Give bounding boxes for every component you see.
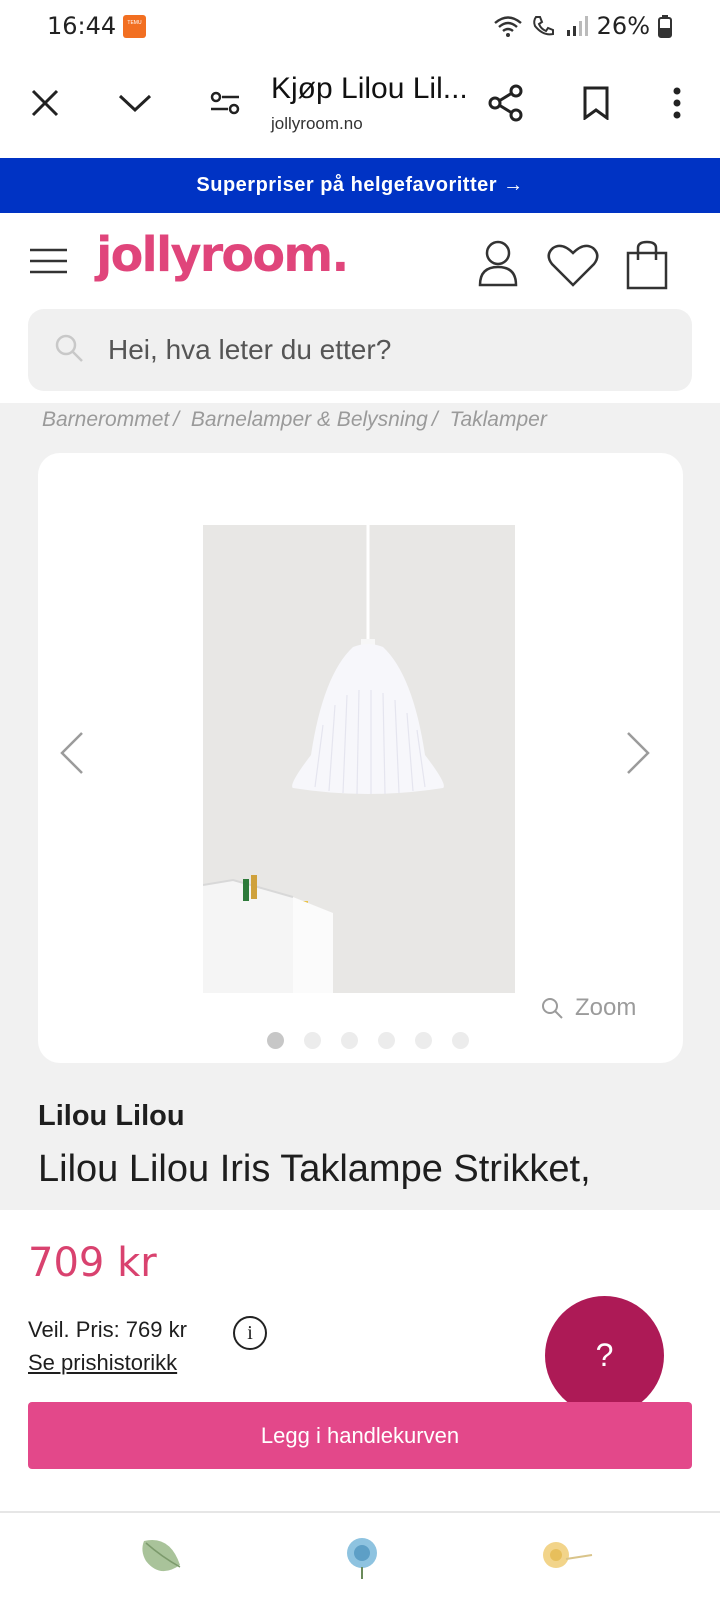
signal-icon xyxy=(566,16,588,36)
add-to-cart-button[interactable]: Legg i handlekurven xyxy=(28,1402,692,1469)
bookmark-icon xyxy=(583,86,609,120)
battery-percentage: 26% xyxy=(596,12,650,40)
more-options-button[interactable] xyxy=(652,78,702,128)
bookmark-button[interactable] xyxy=(571,78,621,128)
share-icon xyxy=(488,84,523,122)
product-image[interactable] xyxy=(203,525,515,993)
gallery-prev-arrow[interactable] xyxy=(52,723,92,783)
gallery-dot[interactable] xyxy=(452,1032,469,1049)
more-vert-icon xyxy=(673,87,681,119)
search-box xyxy=(28,309,692,391)
price-history-link[interactable]: Se prishistorikk xyxy=(28,1350,177,1376)
breadcrumb-separator: / xyxy=(431,408,438,431)
wifi-icon xyxy=(493,16,522,37)
menu-icon[interactable] xyxy=(30,248,67,274)
breadcrumb-item-barnelamper[interactable]: Barnelamper & Belysning xyxy=(191,408,428,431)
product-gallery: Zoom xyxy=(38,453,683,1063)
product-brand[interactable]: Lilou Lilou xyxy=(38,1100,185,1133)
battery-icon xyxy=(658,15,672,38)
magnifier-icon xyxy=(542,998,563,1019)
gallery-dot[interactable] xyxy=(304,1032,321,1049)
page-title[interactable]: Kjøp Lilou Lil... xyxy=(271,72,468,106)
gallery-dot[interactable] xyxy=(378,1032,395,1049)
recommended-price: Veil. Pris: 769 kr xyxy=(28,1317,187,1342)
breadcrumb-item-taklamper[interactable]: Taklamper xyxy=(450,408,547,431)
yellow-flower-decoration-icon xyxy=(543,1542,593,1568)
leaf-decoration-icon xyxy=(142,1540,181,1572)
site-settings-button[interactable] xyxy=(200,78,250,128)
heart-icon[interactable] xyxy=(547,243,599,287)
breadcrumb-item-barnerommet[interactable]: Barnerommet xyxy=(42,408,169,431)
product-price: 709 kr xyxy=(28,1240,157,1286)
zoom-button[interactable]: Zoom xyxy=(541,994,636,1022)
search-icon xyxy=(55,334,83,362)
gallery-dot[interactable] xyxy=(415,1032,432,1049)
chevron-down-icon xyxy=(118,94,152,113)
breadcrumb-separator: / xyxy=(173,408,180,431)
promo-banner[interactable]: Superpriser på helgefavoritter → xyxy=(0,158,720,213)
info-icon[interactable]: i xyxy=(233,1316,267,1350)
account-icon[interactable] xyxy=(477,239,519,287)
site-logo[interactable]: jollyroom. xyxy=(96,227,349,283)
share-button[interactable] xyxy=(481,78,531,128)
status-indicators: 26% xyxy=(493,12,672,40)
close-tab-button[interactable] xyxy=(20,78,70,128)
status-bar: 16:44 TEMU 26% xyxy=(0,0,720,52)
breadcrumb: Barnerommet / Barnelamper & Belysning / Ta… xyxy=(42,408,547,432)
zoom-label: Zoom xyxy=(575,994,637,1021)
shopping-bag-icon[interactable] xyxy=(626,240,668,290)
blue-flower-decoration-icon xyxy=(347,1538,377,1579)
product-title: Lilou Lilou Iris Taklampe Strikket, xyxy=(38,1148,591,1190)
gallery-dot[interactable] xyxy=(341,1032,358,1049)
gallery-dot[interactable] xyxy=(267,1032,284,1049)
minimize-button[interactable] xyxy=(110,78,160,128)
status-time: 16:44 xyxy=(47,12,117,40)
help-button[interactable]: ? xyxy=(545,1296,664,1415)
search-input[interactable] xyxy=(108,309,668,391)
site-settings-icon xyxy=(210,91,240,115)
wifi-call-icon xyxy=(532,16,554,36)
browser-toolbar: Kjøp Lilou Lil... jollyroom.no xyxy=(0,56,720,156)
close-icon xyxy=(31,89,59,117)
gallery-next-arrow[interactable] xyxy=(618,723,658,783)
temu-notification-icon: TEMU xyxy=(123,15,146,38)
gallery-pagination xyxy=(267,1032,469,1049)
site-header: jollyroom. xyxy=(0,213,720,305)
page-url[interactable]: jollyroom.no xyxy=(271,114,363,134)
